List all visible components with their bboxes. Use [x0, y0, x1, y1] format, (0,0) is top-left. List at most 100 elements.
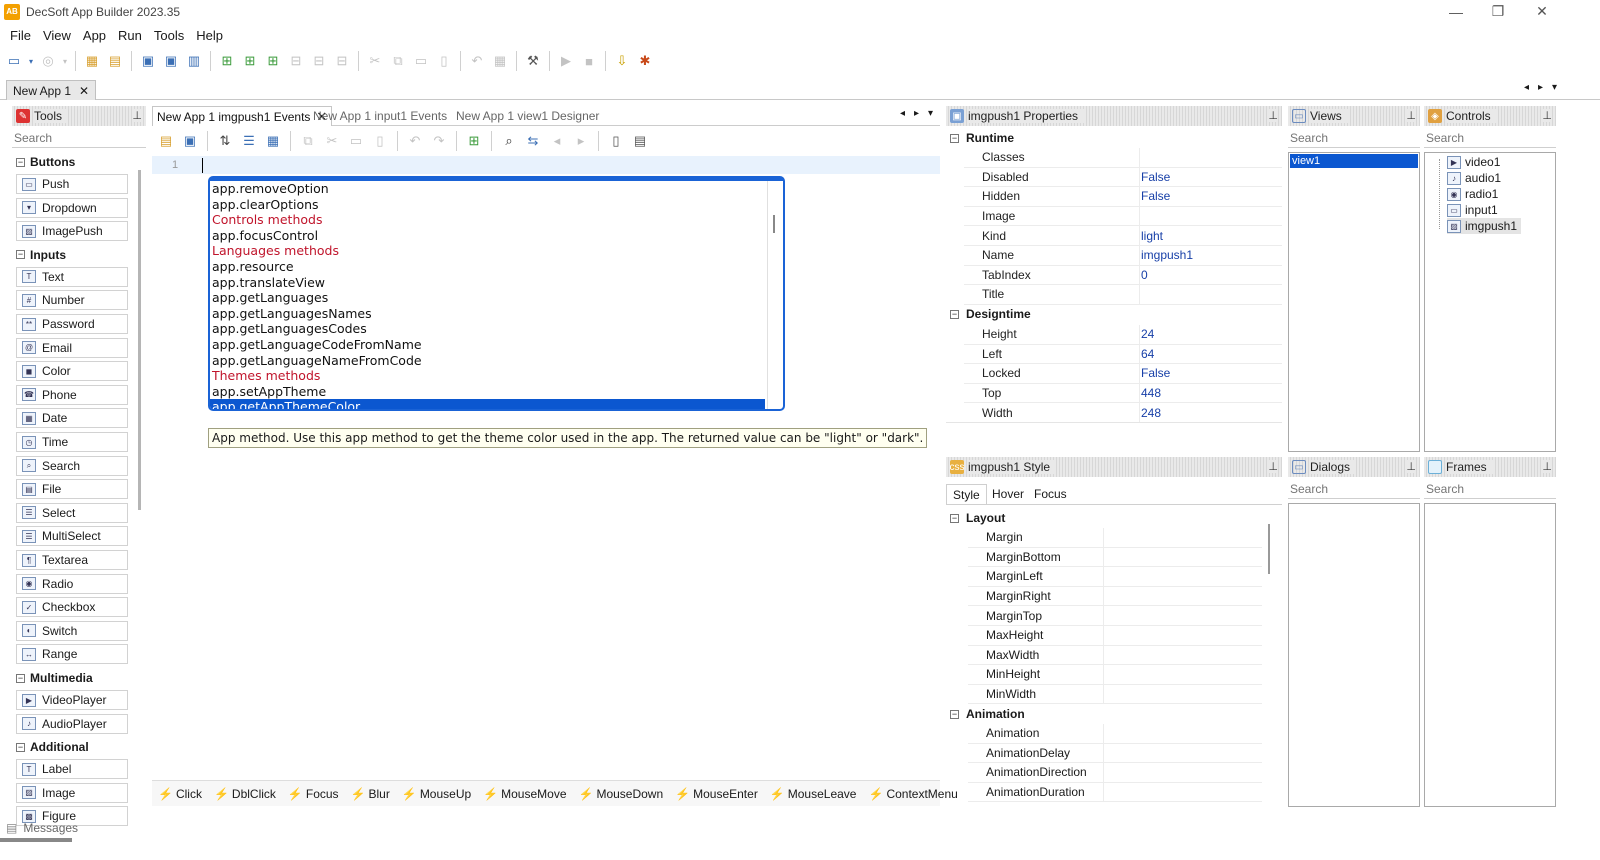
category-inputs[interactable]: − Inputs — [16, 246, 66, 264]
dropdown-arrow-icon[interactable]: ▾ — [27, 51, 35, 71]
autocomplete-item[interactable]: app.getLanguagesCodes — [210, 321, 783, 337]
property-row[interactable]: Disabled False — [964, 167, 1282, 188]
autocomplete-item[interactable]: app.focusControl — [210, 228, 783, 244]
copy-icon[interactable]: ⧉ — [298, 131, 318, 151]
tabs-scroll-right-icon[interactable]: ▸ — [1538, 82, 1543, 93]
category-buttons[interactable]: − Buttons — [16, 153, 75, 171]
property-value[interactable]: 248 — [1140, 406, 1161, 420]
style-tab-style[interactable]: Style — [946, 484, 987, 504]
open-recent-icon[interactable]: ◎ — [38, 51, 58, 71]
tabs-menu-icon[interactable]: ▾ — [1552, 82, 1557, 93]
delete-icon[interactable]: ▯ — [370, 131, 390, 151]
property-row[interactable]: Width 248 — [964, 403, 1282, 423]
property-value[interactable]: 64 — [1140, 347, 1154, 361]
autocomplete-category[interactable]: Themes methods — [210, 368, 783, 384]
remove-frame-icon[interactable]: ⊟ — [332, 51, 352, 71]
property-row[interactable]: MinWidth — [968, 684, 1262, 705]
delete-control-icon[interactable]: ▯ — [434, 51, 454, 71]
tabs-scroll-left-icon[interactable]: ◂ — [1524, 82, 1529, 93]
autocomplete-category[interactable]: Controls methods — [210, 212, 783, 228]
category-multimedia[interactable]: − Multimedia — [16, 669, 93, 687]
collapse-icon[interactable]: − — [16, 250, 25, 260]
autocomplete-item[interactable]: app.getLanguageCodeFromName — [210, 337, 783, 353]
property-row[interactable]: AnimationDirection — [968, 763, 1262, 783]
runtime-group[interactable]: − Runtime — [946, 129, 1282, 147]
tool-time[interactable]: ◷ Time — [16, 432, 128, 452]
dialogs-list[interactable] — [1288, 503, 1420, 807]
remove-view-icon[interactable]: ⊟ — [286, 51, 306, 71]
tools-search-input[interactable] — [14, 131, 144, 145]
autocomplete-item[interactable]: app.clearOptions — [210, 197, 783, 213]
property-value[interactable]: light — [1140, 229, 1163, 243]
style-tab-hover[interactable]: Hover — [986, 484, 1030, 504]
category-additional[interactable]: − Additional — [16, 738, 89, 756]
copy-control-icon[interactable]: ⧉ — [388, 51, 408, 71]
open-folder-icon[interactable]: ▦ — [82, 51, 102, 71]
property-row[interactable]: Name imgpush1 — [964, 246, 1282, 266]
property-row[interactable]: MinHeight — [968, 665, 1262, 685]
menu-view[interactable]: View — [37, 28, 77, 43]
tool-radio[interactable]: ◉ Radio — [16, 573, 128, 594]
tool-date[interactable]: ▦ Date — [16, 408, 128, 429]
controls-search-input[interactable] — [1426, 131, 1554, 145]
open-file-icon[interactable]: ▤ — [156, 131, 176, 151]
stop-icon[interactable]: ■ — [579, 51, 599, 71]
views-search-box[interactable] — [1288, 128, 1420, 148]
property-row[interactable]: AnimationDuration — [968, 782, 1262, 803]
tool-image[interactable]: ▨ Image — [16, 782, 128, 803]
tab-view1-designer[interactable]: New App 1 view1 Designer — [452, 106, 603, 126]
property-row[interactable]: Animation — [968, 724, 1262, 744]
control-item-imgpush1[interactable]: ▨ imgpush1 — [1447, 218, 1522, 234]
tool-color[interactable]: ◼ Color — [16, 361, 128, 382]
export-icon[interactable]: ⇩ — [612, 51, 632, 71]
property-row[interactable]: MarginBottom — [968, 547, 1262, 568]
property-row[interactable]: MarginTop — [968, 606, 1262, 626]
views-search-input[interactable] — [1290, 131, 1418, 145]
property-value[interactable]: False — [1140, 189, 1170, 203]
menu-tools[interactable]: Tools — [148, 28, 190, 43]
property-row[interactable]: MarginRight — [968, 586, 1262, 607]
property-row[interactable]: Hidden False — [964, 187, 1282, 207]
controls-search-box[interactable] — [1424, 128, 1556, 148]
pin-icon[interactable]: ⊥ — [132, 109, 142, 122]
view-item[interactable]: view1 — [1290, 154, 1418, 168]
dropdown-arrow-icon[interactable]: ▾ — [61, 51, 69, 71]
pin-icon[interactable]: ⊥ — [1268, 460, 1278, 473]
messages-label[interactable]: Messages — [23, 821, 78, 835]
tool-range[interactable]: ↔ Range — [16, 644, 128, 665]
minimize-button[interactable]: — — [1434, 0, 1478, 23]
close-icon[interactable]: ✕ — [79, 84, 89, 98]
tool-search[interactable]: ⌕ Search — [16, 455, 128, 476]
pin-icon[interactable]: ⊥ — [1268, 109, 1278, 122]
table-icon[interactable]: ▦ — [263, 131, 283, 151]
run-icon[interactable]: ▶ — [556, 51, 576, 71]
find-icon[interactable]: ⌕ — [499, 131, 519, 151]
event-mouseup[interactable]: ⚡ MouseUp — [402, 787, 471, 801]
property-row[interactable]: Image — [964, 206, 1282, 227]
control-item-audio1[interactable]: ♪ audio1 — [1447, 170, 1505, 186]
property-value[interactable]: 0 — [1140, 268, 1148, 282]
pin-icon[interactable]: ⊥ — [1542, 109, 1552, 122]
insert-code-icon[interactable]: ⊞ — [464, 131, 484, 151]
control-item-video1[interactable]: ▶ video1 — [1447, 154, 1504, 170]
tools-search-box[interactable] — [12, 128, 146, 148]
autocomplete-item[interactable]: app.setAppTheme — [210, 384, 783, 400]
tabs-scroll-left-icon[interactable]: ◂ — [900, 108, 905, 119]
tool-imagepush[interactable]: ▨ ImagePush — [16, 221, 128, 242]
next-icon[interactable]: ▸ — [571, 131, 591, 151]
save-as-icon[interactable]: ▣ — [161, 51, 181, 71]
autocomplete-item[interactable]: app.getLanguages — [210, 290, 783, 306]
collapse-icon[interactable]: − — [16, 742, 25, 752]
menu-help[interactable]: Help — [190, 28, 229, 43]
tool-select[interactable]: ☰ Select — [16, 502, 128, 523]
tab-imgpush1-events[interactable]: New App 1 imgpush1 Events ✕ — [152, 106, 333, 126]
style-tab-focus[interactable]: Focus — [1028, 484, 1073, 504]
tabs-menu-icon[interactable]: ▾ — [928, 108, 933, 119]
help-doc-icon[interactable]: ▤ — [630, 131, 650, 151]
property-row[interactable]: Margin — [968, 528, 1262, 548]
menu-run[interactable]: Run — [112, 28, 148, 43]
tool-videoplayer[interactable]: ▶ VideoPlayer — [16, 690, 128, 710]
undo-design-icon[interactable]: ↶ — [467, 51, 487, 71]
replace-icon[interactable]: ⇆ — [523, 131, 543, 151]
paste-icon[interactable]: ▭ — [346, 131, 366, 151]
